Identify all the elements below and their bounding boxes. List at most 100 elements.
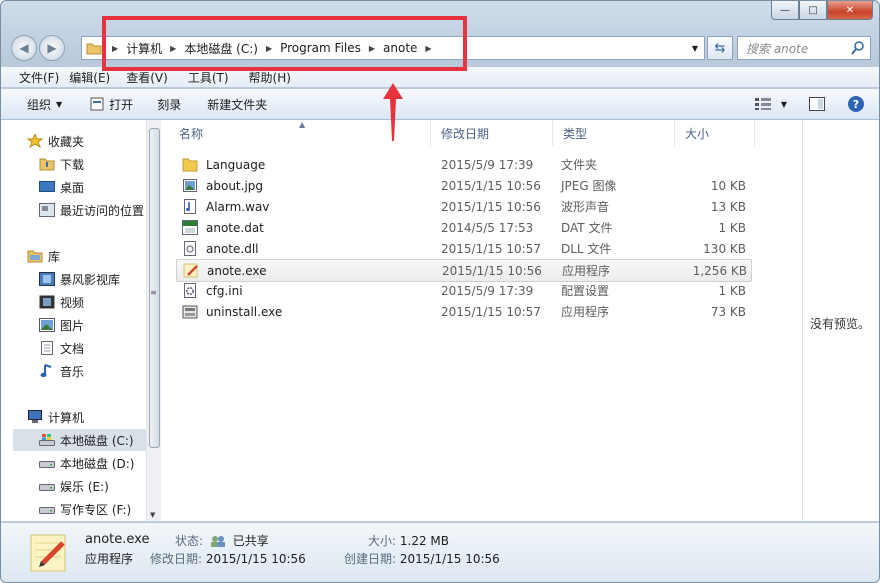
nav-computer[interactable]: 计算机 bbox=[27, 406, 84, 428]
file-name: cfg.ini bbox=[176, 283, 441, 298]
menu-tools[interactable]: 工具(T) bbox=[188, 69, 229, 86]
file-name: anote.dat bbox=[176, 220, 441, 235]
file-size: 13 KB bbox=[710, 199, 746, 214]
file-row[interactable]: anote.exe 2015/1/15 10:56 应用程序 1,256 KB bbox=[176, 259, 752, 282]
preview-pane: 没有预览。 bbox=[802, 120, 879, 521]
burn-button[interactable]: 刻录 bbox=[157, 96, 181, 113]
music-icon bbox=[40, 364, 52, 378]
library-icon bbox=[27, 250, 43, 263]
file-name: Alarm.wav bbox=[176, 199, 441, 214]
menu-file[interactable]: 文件(F) bbox=[19, 69, 59, 86]
help-button[interactable]: ? bbox=[847, 95, 865, 113]
nav-documents[interactable]: 文档 bbox=[39, 337, 84, 359]
preview-pane-button[interactable] bbox=[809, 97, 825, 111]
new-folder-button[interactable]: 新建文件夹 bbox=[207, 96, 267, 113]
file-size: 10 KB bbox=[710, 178, 746, 193]
status-size: 大小: 1.22 MB bbox=[368, 534, 449, 548]
menu-view[interactable]: 查看(V) bbox=[126, 69, 168, 86]
nav-recent-places[interactable]: 最近访问的位置 bbox=[39, 199, 144, 221]
navigation-pane: 收藏夹 下载 桌面 最近访问的位置 库 暴风影视库 视频 图片 文档 音乐 计算… bbox=[1, 120, 146, 521]
file-size: 1 KB bbox=[718, 283, 746, 298]
command-bar: 组织 ▼ 打开 刻录 新建文件夹 ▼ ? bbox=[1, 89, 879, 120]
file-type: DLL 文件 bbox=[561, 242, 612, 256]
file-type: 应用程序 bbox=[561, 305, 610, 319]
file-date: 2015/5/9 17:39 bbox=[441, 283, 534, 298]
nav-favorites[interactable]: 收藏夹 bbox=[27, 130, 84, 152]
dat-file-icon bbox=[182, 220, 198, 235]
file-date: 2015/5/9 17:39 bbox=[441, 157, 534, 172]
svg-text:?: ? bbox=[853, 98, 859, 111]
file-name: uninstall.exe bbox=[176, 304, 441, 319]
file-row[interactable]: anote.dll 2015/1/15 10:57 DLL 文件 130 KB bbox=[176, 238, 750, 259]
menu-edit[interactable]: 编辑(E) bbox=[69, 69, 110, 86]
file-type: 波形声音 bbox=[561, 200, 610, 214]
file-date: 2015/1/15 10:57 bbox=[441, 241, 541, 256]
column-header: 名称 修改日期 类型 大小 bbox=[169, 120, 801, 146]
file-name: anote.exe bbox=[177, 263, 442, 278]
uninstall-icon bbox=[182, 305, 198, 319]
audio-file-icon bbox=[184, 199, 196, 214]
nav-videos[interactable]: 视频 bbox=[39, 291, 84, 313]
nav-music[interactable]: 音乐 bbox=[39, 360, 84, 382]
image-file-icon bbox=[183, 179, 197, 192]
close-button[interactable]: ✕ bbox=[827, 1, 873, 20]
status-modified: 修改日期: 2015/1/15 10:56 bbox=[150, 552, 306, 566]
search-icon bbox=[851, 41, 864, 55]
organize-button[interactable]: 组织 ▼ bbox=[27, 96, 62, 113]
file-row[interactable]: Language 2015/5/9 17:39 文件夹 bbox=[176, 154, 750, 175]
ini-file-icon bbox=[184, 283, 196, 298]
nav-drive-c[interactable]: 本地磁盘 (C:) bbox=[13, 429, 146, 451]
help-icon: ? bbox=[848, 96, 864, 112]
nav-baofeng-library[interactable]: 暴风影视库 bbox=[39, 268, 120, 290]
nav-drive-d[interactable]: 本地磁盘 (D:) bbox=[39, 452, 134, 474]
file-date: 2015/1/15 10:56 bbox=[441, 199, 541, 214]
anote-app-icon bbox=[183, 263, 198, 278]
desktop-icon bbox=[39, 181, 55, 192]
star-icon bbox=[27, 134, 43, 148]
drive-icon bbox=[39, 507, 55, 514]
address-dropdown-icon[interactable]: ▼ bbox=[692, 44, 698, 53]
highlight-box bbox=[102, 16, 467, 71]
file-row[interactable]: anote.dat 2014/5/5 17:53 DAT 文件 1 KB bbox=[176, 217, 750, 238]
video-library-icon bbox=[39, 272, 55, 286]
file-row[interactable]: Alarm.wav 2015/1/15 10:56 波形声音 13 KB bbox=[176, 196, 750, 217]
maximize-button[interactable]: □ bbox=[799, 1, 827, 20]
menu-help[interactable]: 帮助(H) bbox=[249, 69, 291, 86]
shared-users-icon bbox=[210, 536, 225, 547]
file-type: 应用程序 bbox=[562, 264, 611, 278]
status-filetype: 应用程序 bbox=[85, 552, 134, 566]
column-size[interactable]: 大小 bbox=[675, 120, 755, 146]
file-name: Language bbox=[176, 157, 441, 172]
file-name: anote.dll bbox=[176, 241, 441, 256]
nav-pictures[interactable]: 图片 bbox=[39, 314, 84, 336]
open-button[interactable]: 打开 bbox=[90, 96, 133, 113]
anote-app-icon bbox=[30, 534, 66, 572]
preview-pane-icon bbox=[809, 97, 825, 111]
forward-button[interactable]: ▶ bbox=[39, 35, 65, 61]
column-type[interactable]: 类型 bbox=[553, 120, 675, 146]
nav-drive-e[interactable]: 娱乐 (E:) bbox=[39, 475, 109, 497]
file-row[interactable]: uninstall.exe 2015/1/15 10:57 应用程序 73 KB bbox=[176, 301, 750, 322]
refresh-button[interactable]: ⇆ bbox=[707, 36, 733, 60]
nav-drive-f[interactable]: 写作专区 (F:) bbox=[39, 498, 131, 520]
view-list-icon bbox=[754, 98, 771, 110]
file-size: 73 KB bbox=[710, 304, 746, 319]
minimize-button[interactable]: — bbox=[771, 1, 799, 20]
explorer-window: — □ ✕ ◀ ▶ ▶ 计算机 ▶ 本地磁盘 (C:) ▶ Program File… bbox=[0, 0, 880, 583]
view-options-button[interactable]: ▼ bbox=[754, 98, 787, 110]
file-date: 2015/1/15 10:56 bbox=[441, 178, 541, 193]
file-row[interactable]: about.jpg 2015/1/15 10:56 JPEG 图像 10 KB bbox=[176, 175, 750, 196]
search-input[interactable]: 搜索 anote bbox=[737, 36, 871, 60]
nav-libraries[interactable]: 库 bbox=[27, 245, 60, 267]
nav-scrollbar[interactable]: ≡ ▼ bbox=[146, 120, 161, 521]
open-icon bbox=[90, 97, 104, 111]
annotation-arrow-icon bbox=[383, 83, 403, 141]
file-row[interactable]: cfg.ini 2015/5/9 17:39 配置设置 1 KB bbox=[176, 280, 750, 301]
file-type: DAT 文件 bbox=[561, 221, 613, 235]
nav-downloads[interactable]: 下载 bbox=[39, 153, 84, 175]
column-modified[interactable]: 修改日期 bbox=[431, 120, 553, 146]
nav-desktop[interactable]: 桌面 bbox=[39, 176, 84, 198]
windows-drive-icon bbox=[39, 434, 55, 446]
back-button[interactable]: ◀ bbox=[11, 35, 37, 61]
status-created: 创建日期: 2015/1/15 10:56 bbox=[344, 552, 500, 566]
